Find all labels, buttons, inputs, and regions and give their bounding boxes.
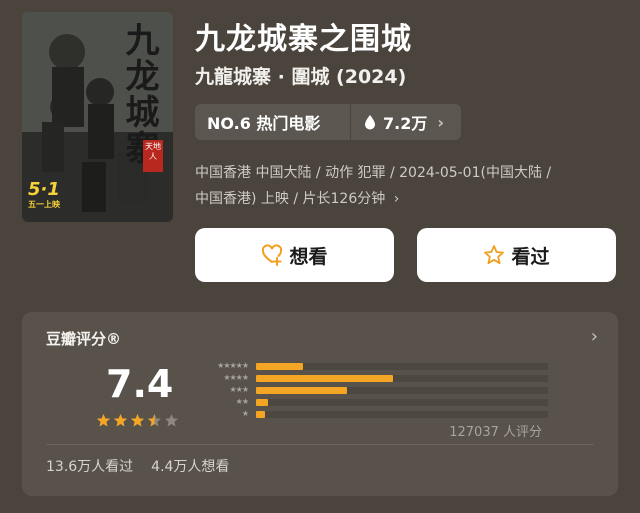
distribution-track	[256, 362, 548, 370]
poster-seal: 天地人	[143, 140, 163, 172]
star-empty-icon	[165, 414, 178, 427]
mini-stars-icon: ★	[241, 409, 249, 418]
rank-heat-bar[interactable]: NO.6 热门电影 7.2万 ›	[195, 104, 461, 140]
distribution-bar	[256, 362, 303, 370]
card-divider	[46, 444, 594, 445]
star-half-icon	[148, 414, 161, 427]
distribution-bar	[256, 398, 268, 406]
rating-count: 127037 人评分	[449, 425, 542, 440]
distribution-track	[256, 398, 548, 406]
poster-release-date: 5·1	[28, 179, 60, 200]
distribution-row: ★★★★	[190, 372, 550, 384]
mini-stars-icon: ★★★	[229, 385, 248, 394]
chevron-right-icon: ›	[437, 112, 444, 132]
distribution-row: ★★★★★	[190, 360, 550, 372]
movie-meta[interactable]: 中国香港 中国大陆 / 动作 犯罪 / 2024-05-01(中国大陆 / 中国…	[195, 160, 625, 212]
distribution-star-label: ★★★★	[190, 373, 249, 383]
meta-line-2: 中国香港) 上映 / 片长126分钟	[195, 191, 386, 207]
heart-plus-icon	[262, 244, 283, 266]
poster-release-badge: 5·1 五一上映	[28, 180, 86, 218]
star-filled-icon	[131, 414, 144, 427]
want-to-watch-label: 想看	[289, 245, 328, 268]
watch-stats: 13.6万人看过 4.4万人想看	[46, 456, 229, 476]
meta-line-1: 中国香港 中国大陆 / 动作 犯罪 / 2024-05-01(中国大陆 /	[195, 165, 552, 181]
movie-title: 九龙城寨之围城	[195, 22, 412, 57]
poster-release-note: 五一上映	[28, 200, 60, 209]
heat-value: 7.2万	[383, 114, 428, 133]
rank-label[interactable]: NO.6 热门电影	[195, 110, 350, 134]
watched-button[interactable]: 看过	[417, 228, 616, 282]
movie-detail-page: 九龙城寨 天地人 5·1 五一上映 九龙城寨之围城 九龍城寨 · 圍城 (202…	[0, 0, 640, 513]
rating-distribution: ★★★★★ ★★★★ ★★★ ★★ ★	[190, 360, 550, 420]
distribution-bar	[256, 410, 265, 418]
heat-indicator[interactable]: 7.2万 ›	[351, 110, 444, 134]
distribution-bar	[256, 386, 347, 394]
movie-poster[interactable]: 九龙城寨 天地人 5·1 五一上映	[22, 12, 173, 222]
flame-drop-icon	[365, 115, 375, 130]
mini-stars-icon: ★★	[235, 397, 249, 406]
douban-rating-card[interactable]: 豆瓣评分® › 7.4 ★★★★★ ★★★★ ★★★ ★★ ★ 127037 人评分 1…	[22, 312, 618, 496]
distribution-star-label: ★★★★★	[190, 361, 249, 371]
distribution-track	[256, 410, 548, 418]
distribution-row: ★★	[190, 396, 550, 408]
rating-score: 7.4	[106, 362, 174, 406]
distribution-row: ★★★	[190, 384, 550, 396]
distribution-row: ★	[190, 408, 550, 420]
mini-stars-icon: ★★★★	[223, 373, 249, 382]
want-to-watch-button[interactable]: 想看	[195, 228, 394, 282]
watched-label: 看过	[511, 245, 550, 268]
distribution-bar	[256, 374, 394, 382]
distribution-track	[256, 374, 548, 382]
star-filled-icon	[97, 414, 110, 427]
distribution-star-label: ★★	[190, 397, 249, 407]
chevron-right-icon: ›	[393, 191, 400, 207]
star-filled-icon	[114, 414, 127, 427]
rating-header: 豆瓣评分®	[46, 330, 122, 348]
distribution-star-label: ★★★	[190, 385, 248, 395]
mini-stars-icon: ★★★★★	[217, 361, 249, 370]
distribution-track	[256, 386, 548, 394]
distribution-star-label: ★	[190, 409, 249, 419]
movie-original-title: 九龍城寨 · 圍城 (2024)	[195, 66, 407, 88]
rating-stars	[96, 413, 179, 428]
watched-count[interactable]: 13.6万人看过	[46, 456, 133, 476]
wish-count[interactable]: 4.4万人想看	[151, 456, 229, 476]
chevron-right-icon[interactable]: ›	[591, 326, 598, 347]
meta-line-2-wrap: 中国香港) 上映 / 片长126分钟 ›	[195, 186, 625, 212]
star-outline-icon	[484, 245, 505, 265]
